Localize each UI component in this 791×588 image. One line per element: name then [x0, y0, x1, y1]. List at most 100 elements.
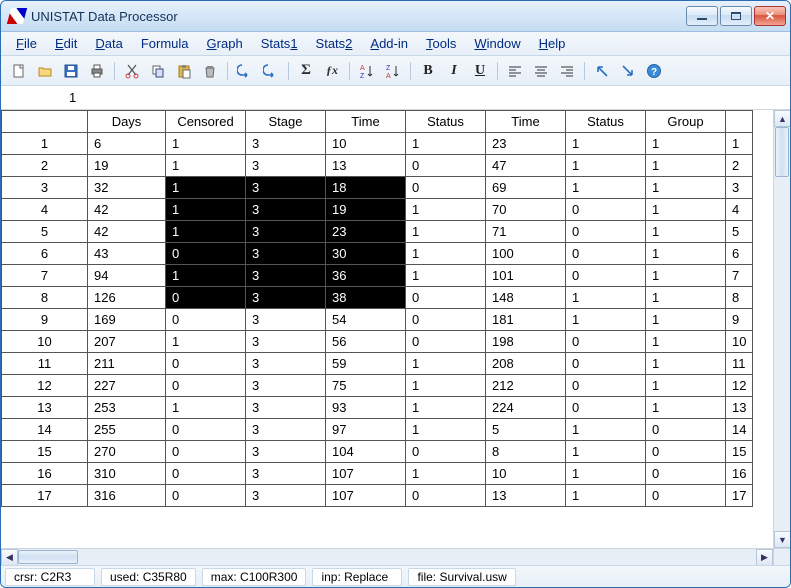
cell[interactable]: 101 [486, 265, 566, 287]
cell[interactable]: 0 [406, 177, 486, 199]
cell[interactable]: 1 [566, 133, 646, 155]
cell[interactable]: 19 [88, 155, 166, 177]
cell[interactable]: 1 [406, 419, 486, 441]
cell[interactable]: 13 [326, 155, 406, 177]
cell[interactable]: 198 [486, 331, 566, 353]
column-header[interactable]: Time [486, 111, 566, 133]
cell[interactable]: 0 [566, 243, 646, 265]
column-header[interactable]: Status [406, 111, 486, 133]
cell[interactable]: 1 [566, 287, 646, 309]
cell[interactable]: 0 [566, 221, 646, 243]
cell[interactable]: 13 [726, 397, 753, 419]
cell[interactable]: 1 [566, 309, 646, 331]
cell[interactable]: 19 [326, 199, 406, 221]
cell[interactable]: 0 [166, 353, 246, 375]
row-header[interactable]: 11 [2, 353, 88, 375]
row-header[interactable]: 12 [2, 375, 88, 397]
print-button[interactable] [85, 59, 109, 83]
sort-asc-button[interactable]: AZ [355, 59, 379, 83]
align-right-button[interactable] [555, 59, 579, 83]
cell[interactable]: 212 [486, 375, 566, 397]
cell[interactable]: 1 [566, 441, 646, 463]
column-header[interactable]: Status [566, 111, 646, 133]
cell[interactable]: 15 [726, 441, 753, 463]
cell[interactable]: 11 [726, 353, 753, 375]
new-button[interactable] [7, 59, 31, 83]
cell[interactable]: 7 [726, 265, 753, 287]
cell[interactable]: 36 [326, 265, 406, 287]
cell[interactable]: 1 [646, 375, 726, 397]
sum-button[interactable]: Σ [294, 59, 318, 83]
cell[interactable]: 316 [88, 485, 166, 507]
row-header[interactable]: 9 [2, 309, 88, 331]
cell[interactable]: 10 [486, 463, 566, 485]
menu-data[interactable]: Data [86, 34, 131, 53]
column-header[interactable]: Time [326, 111, 406, 133]
cell[interactable]: 0 [566, 375, 646, 397]
cell[interactable]: 100 [486, 243, 566, 265]
menu-add-in[interactable]: Add-in [361, 34, 417, 53]
cell[interactable]: 93 [326, 397, 406, 419]
cell[interactable]: 227 [88, 375, 166, 397]
cell[interactable]: 3 [246, 133, 326, 155]
cell[interactable]: 3 [246, 419, 326, 441]
cell[interactable]: 255 [88, 419, 166, 441]
cell[interactable]: 30 [326, 243, 406, 265]
row-header[interactable]: 7 [2, 265, 88, 287]
cell[interactable]: 3 [726, 177, 753, 199]
cell[interactable]: 1 [406, 133, 486, 155]
cell[interactable]: 97 [326, 419, 406, 441]
cell[interactable]: 207 [88, 331, 166, 353]
italic-button[interactable]: I [442, 59, 466, 83]
cell[interactable]: 310 [88, 463, 166, 485]
cell[interactable]: 1 [166, 177, 246, 199]
row-header[interactable]: 16 [2, 463, 88, 485]
cell[interactable]: 0 [646, 485, 726, 507]
maximize-button[interactable] [720, 6, 752, 26]
cell[interactable]: 3 [246, 375, 326, 397]
menu-file[interactable]: File [7, 34, 46, 53]
cell[interactable]: 1 [566, 177, 646, 199]
cell[interactable]: 0 [166, 375, 246, 397]
cell[interactable]: 1 [166, 265, 246, 287]
cell[interactable]: 3 [246, 177, 326, 199]
cell[interactable]: 0 [566, 265, 646, 287]
row-header[interactable]: 5 [2, 221, 88, 243]
cell[interactable]: 12 [726, 375, 753, 397]
cell[interactable]: 1 [566, 155, 646, 177]
cell[interactable]: 1 [646, 155, 726, 177]
cell[interactable]: 270 [88, 441, 166, 463]
cell[interactable]: 0 [166, 463, 246, 485]
cell[interactable]: 1 [406, 221, 486, 243]
cell[interactable]: 18 [326, 177, 406, 199]
cell[interactable]: 1 [166, 155, 246, 177]
cell[interactable]: 5 [726, 221, 753, 243]
row-header[interactable]: 6 [2, 243, 88, 265]
minimize-button[interactable] [686, 6, 718, 26]
cell[interactable]: 0 [566, 353, 646, 375]
cell[interactable]: 1 [406, 353, 486, 375]
row-header[interactable]: 10 [2, 331, 88, 353]
namebox[interactable]: 1 [61, 88, 101, 107]
cell[interactable]: 1 [646, 397, 726, 419]
column-header[interactable]: Censored [166, 111, 246, 133]
cell[interactable]: 1 [406, 199, 486, 221]
cell[interactable]: 3 [246, 441, 326, 463]
cell[interactable]: 1 [646, 243, 726, 265]
cell[interactable]: 94 [88, 265, 166, 287]
cell[interactable]: 3 [246, 463, 326, 485]
cell[interactable]: 3 [246, 243, 326, 265]
cell[interactable]: 1 [646, 177, 726, 199]
cell[interactable]: 253 [88, 397, 166, 419]
paste-button[interactable] [172, 59, 196, 83]
column-header[interactable]: Days [88, 111, 166, 133]
scroll-left-button[interactable]: ◀ [1, 549, 18, 565]
cell[interactable]: 107 [326, 485, 406, 507]
cell[interactable]: 0 [646, 419, 726, 441]
row-header[interactable]: 15 [2, 441, 88, 463]
cell[interactable]: 69 [486, 177, 566, 199]
row-header[interactable]: 13 [2, 397, 88, 419]
scroll-right-button[interactable]: ▶ [756, 549, 773, 565]
cell[interactable]: 0 [406, 331, 486, 353]
cell[interactable]: 1 [406, 265, 486, 287]
